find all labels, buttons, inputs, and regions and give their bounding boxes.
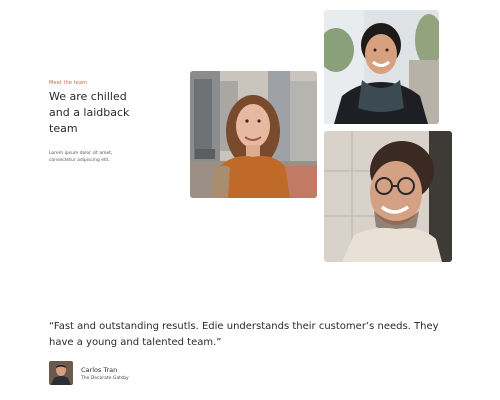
team-section: Meet the team We are chilled and a laidb… (0, 0, 500, 400)
section-heading: We are chilled and a laidback team (49, 90, 130, 135)
section-eyebrow: Meet the team (49, 80, 88, 86)
team-photo-man-glasses (324, 131, 452, 262)
team-photo-man-scarf (324, 10, 439, 124)
avatar (49, 361, 73, 385)
testimonial-author: Carlos Tran The Decorate Gatsby (49, 361, 129, 385)
section-description: Lorem ipsum dolor sit amet, consectetur … (49, 151, 113, 163)
team-photo-woman (190, 71, 317, 198)
testimonial-quote: “Fast and outstanding resutls. Edie unde… (49, 321, 439, 348)
author-name: Carlos Tran (81, 365, 118, 374)
author-role: The Decorate Gatsby (81, 375, 129, 381)
author-details: Carlos Tran The Decorate Gatsby (81, 366, 129, 381)
intro-block: Meet the team We are chilled and a laidb… (49, 80, 169, 169)
